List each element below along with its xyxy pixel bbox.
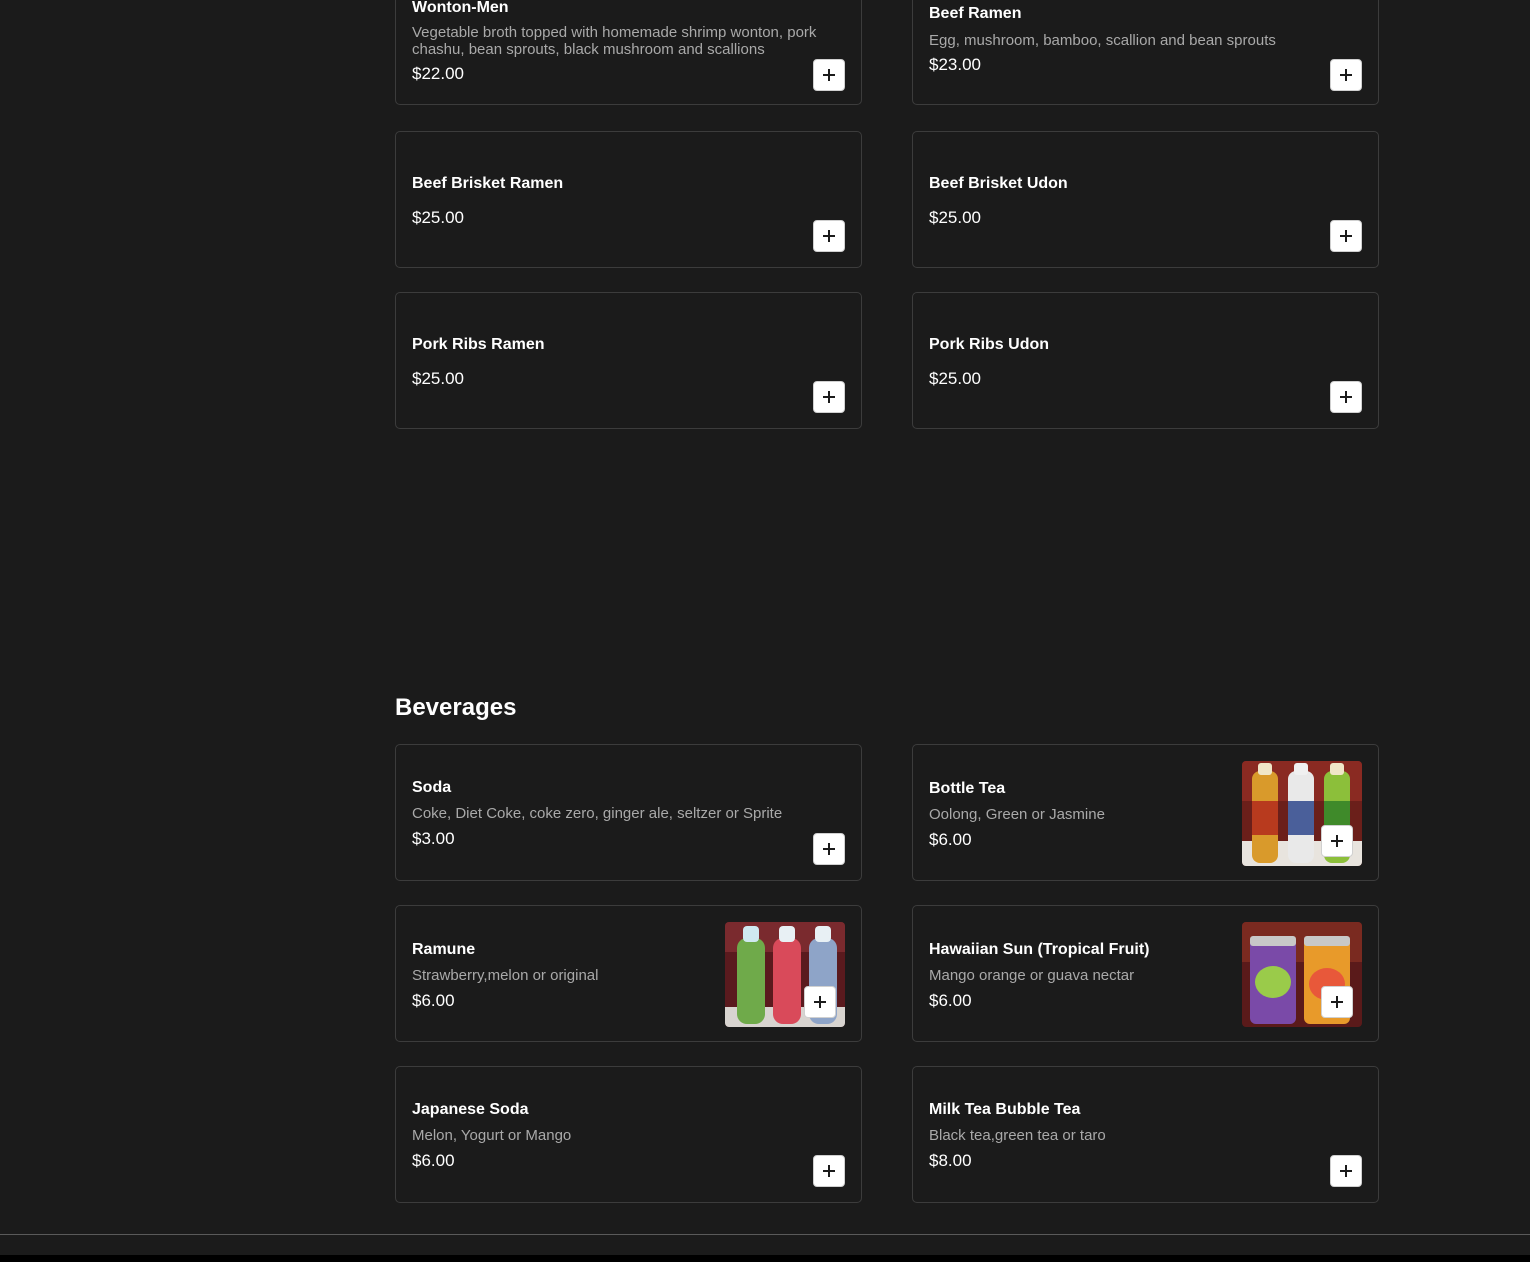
item-price: $6.00: [929, 830, 972, 849]
item-name: Beef Brisket Ramen: [412, 175, 564, 192]
add-item-button[interactable]: [804, 986, 836, 1018]
item-price: $25.00: [929, 208, 981, 227]
item-price: $3.00: [412, 829, 455, 848]
add-item-button[interactable]: [813, 1155, 845, 1187]
plus-icon: [1340, 1165, 1352, 1177]
add-item-button[interactable]: [813, 220, 845, 252]
plus-icon: [814, 996, 826, 1008]
item-description: Vegetable broth topped with homemade shr…: [412, 24, 817, 58]
ramune-bottles-photo: [725, 922, 845, 1027]
item-name: Beef Ramen: [929, 5, 1022, 22]
item-name: Pork Ribs Ramen: [412, 336, 545, 353]
tea-bottles-photo: [1242, 761, 1362, 866]
plus-icon: [1340, 69, 1352, 81]
item-name: Ramune: [412, 941, 476, 958]
item-price: $6.00: [412, 991, 455, 1010]
item-price: $6.00: [412, 1151, 455, 1170]
add-item-button[interactable]: [1330, 1155, 1362, 1187]
item-price: $25.00: [929, 369, 981, 388]
item-name: Hawaiian Sun (Tropical Fruit): [929, 941, 1150, 958]
item-price: $8.00: [929, 1151, 972, 1170]
add-item-button[interactable]: [813, 833, 845, 865]
menu-item-card[interactable]: Beef Ramen Egg, mushroom, bamboo, scalli…: [912, 0, 1379, 105]
item-description: Black tea,green tea or taro: [929, 1127, 1106, 1144]
menu-item-card[interactable]: Pork Ribs Udon $25.00: [912, 292, 1379, 429]
menu-item-card[interactable]: Bottle Tea Oolong, Green or Jasmine $6.0…: [912, 744, 1379, 881]
item-description: Melon, Yogurt or Mango: [412, 1127, 572, 1144]
add-item-button[interactable]: [1330, 220, 1362, 252]
menu-item-card[interactable]: Ramune Strawberry,melon or original $6.0…: [395, 905, 862, 1042]
plus-icon: [823, 843, 835, 855]
plus-icon: [1331, 996, 1343, 1008]
menu-item-card[interactable]: Beef Brisket Ramen $25.00: [395, 131, 862, 268]
item-price: $23.00: [929, 55, 981, 74]
section-title: Beverages: [395, 694, 517, 721]
add-item-button[interactable]: [1321, 825, 1353, 857]
item-price: $22.00: [412, 64, 464, 83]
item-description: Strawberry,melon or original: [412, 967, 599, 984]
add-item-button[interactable]: [1330, 381, 1362, 413]
menu-item-card[interactable]: Pork Ribs Ramen $25.00: [395, 292, 862, 429]
item-name: Bottle Tea: [929, 780, 1006, 797]
item-description: Oolong, Green or Jasmine: [929, 806, 1105, 823]
item-name: Pork Ribs Udon: [929, 336, 1050, 353]
item-description: Egg, mushroom, bamboo, scallion and bean…: [929, 32, 1276, 49]
plus-icon: [823, 1165, 835, 1177]
item-name: Wonton-Men: [412, 0, 509, 16]
item-name: Japanese Soda: [412, 1101, 529, 1118]
menu-item-card[interactable]: Soda Coke, Diet Coke, coke zero, ginger …: [395, 744, 862, 881]
plus-icon: [823, 391, 835, 403]
item-name: Milk Tea Bubble Tea: [929, 1101, 1081, 1118]
menu-item-card[interactable]: Beef Brisket Udon $25.00: [912, 131, 1379, 268]
add-item-button[interactable]: [1330, 59, 1362, 91]
plus-icon: [1331, 835, 1343, 847]
menu-item-card[interactable]: Milk Tea Bubble Tea Black tea,green tea …: [912, 1066, 1379, 1203]
item-description: Mango orange or guava nectar: [929, 967, 1135, 984]
item-price: $6.00: [929, 991, 972, 1010]
plus-icon: [1340, 391, 1352, 403]
plus-icon: [1340, 230, 1352, 242]
footer-divider: [0, 1234, 1530, 1262]
menu-item-card[interactable]: Wonton-Men Vegetable broth topped with h…: [395, 0, 862, 105]
plus-icon: [823, 230, 835, 242]
plus-icon: [823, 69, 835, 81]
item-price: $25.00: [412, 208, 464, 227]
menu-item-card[interactable]: Hawaiian Sun (Tropical Fruit) Mango oran…: [912, 905, 1379, 1042]
add-item-button[interactable]: [813, 381, 845, 413]
juice-cans-photo: [1242, 922, 1362, 1027]
add-item-button[interactable]: [1321, 986, 1353, 1018]
add-item-button[interactable]: [813, 59, 845, 91]
item-name: Soda: [412, 779, 452, 796]
item-description: Coke, Diet Coke, coke zero, ginger ale, …: [412, 805, 783, 822]
item-name: Beef Brisket Udon: [929, 175, 1068, 192]
menu-item-card[interactable]: Japanese Soda Melon, Yogurt or Mango $6.…: [395, 1066, 862, 1203]
item-price: $25.00: [412, 369, 464, 388]
